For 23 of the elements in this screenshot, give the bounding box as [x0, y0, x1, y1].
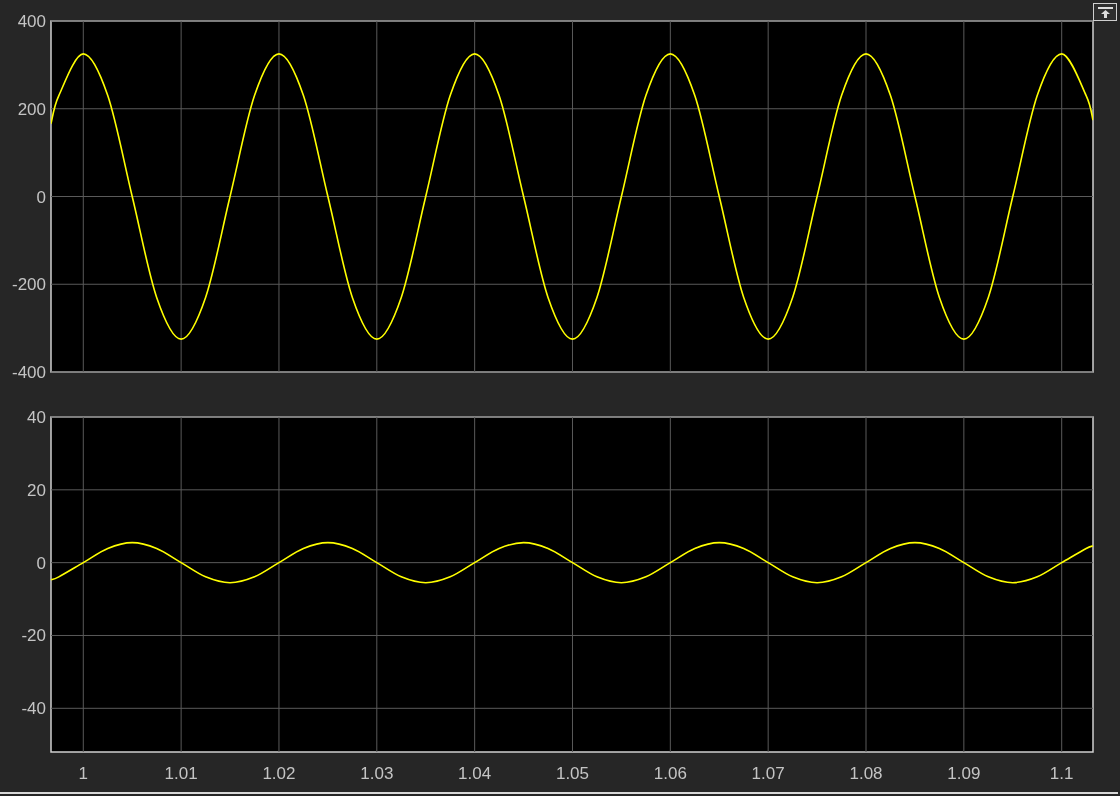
x-tick-label: 1.1 — [1049, 764, 1074, 783]
y-tick-label: 200 — [17, 99, 46, 119]
y-tick-label: 40 — [27, 408, 46, 427]
x-tick-label: 1.03 — [360, 764, 394, 783]
x-tick-label: 1.07 — [751, 764, 785, 783]
y-tick-label: -400 — [11, 363, 46, 382]
y-tick-label: -200 — [11, 275, 46, 295]
y-tick-label: 20 — [27, 480, 46, 500]
x-tick-label: 1.05 — [555, 764, 590, 783]
undock-button[interactable] — [1093, 3, 1117, 21]
x-tick-label: 1.09 — [947, 764, 981, 783]
y-tick-label: 0 — [36, 187, 46, 207]
x-tick-label: 1.02 — [262, 764, 296, 783]
arrow-up-icon — [1097, 6, 1113, 18]
x-tick-label: 1.04 — [458, 764, 492, 783]
x-tick-label: 1.01 — [164, 764, 198, 783]
y-tick-label: -40 — [21, 699, 46, 719]
x-tick-label: 1 — [78, 764, 88, 783]
x-tick-label: 1.06 — [653, 764, 687, 783]
y-tick-label: 400 — [17, 12, 46, 31]
y-tick-label: -20 — [21, 626, 46, 646]
x-tick-label: 1.08 — [849, 764, 883, 783]
y-tick-label: 0 — [36, 553, 46, 573]
